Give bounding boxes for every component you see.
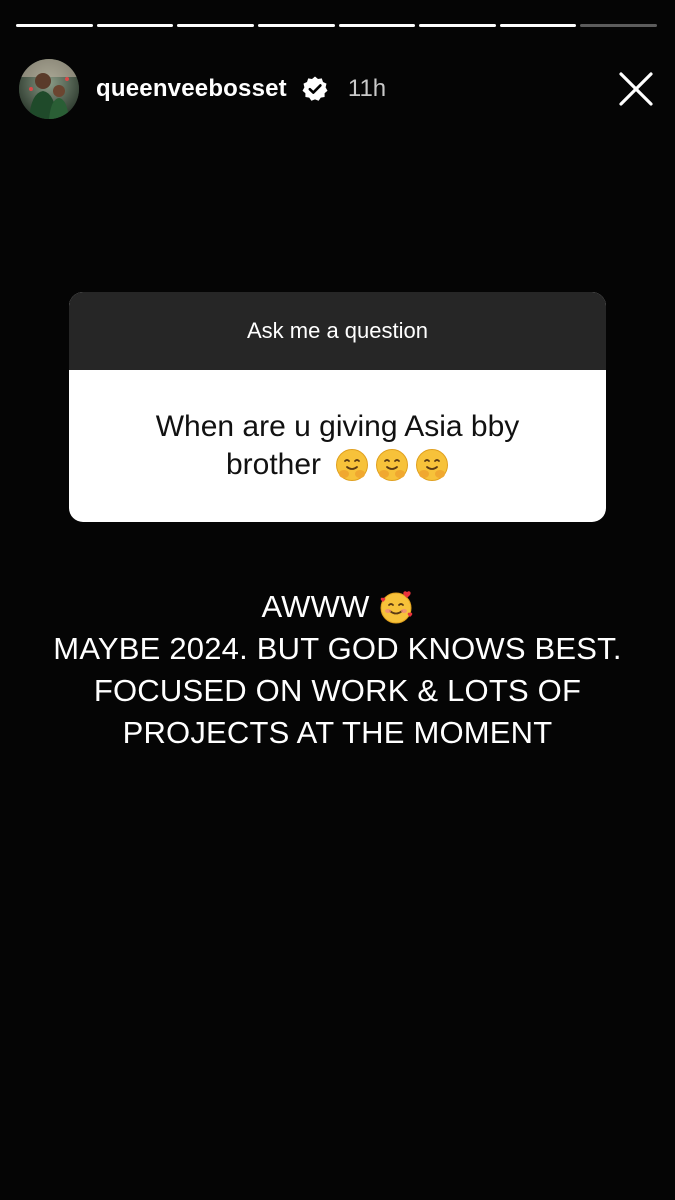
close-icon[interactable] xyxy=(617,70,655,108)
reply-line-1: AWWW xyxy=(261,589,370,624)
reply-line-2: MAYBE 2024. BUT GOD KNOWS BEST. xyxy=(53,631,622,666)
reply-line-1-row: AWWW xyxy=(0,586,675,628)
progress-segment xyxy=(499,24,577,27)
hugging-face-emoji-icon xyxy=(376,449,409,481)
reply-line-3: FOCUSED ON WORK & LOTS OF xyxy=(93,673,582,708)
progress-segment xyxy=(338,24,416,27)
reply-line-4: PROJECTS AT THE MOMENT xyxy=(122,715,553,750)
username[interactable]: queenveebosset xyxy=(96,75,287,103)
reply-line-1-group: AWWW xyxy=(261,586,413,628)
progress-segment xyxy=(177,24,254,27)
question-text-line-2-row: brother xyxy=(226,446,449,484)
progress-segment xyxy=(96,24,174,27)
story-timestamp: 11h xyxy=(347,75,387,102)
story-header: queenveebosset 11h xyxy=(19,59,655,119)
question-emojis xyxy=(335,448,449,482)
progress-segment-current xyxy=(580,24,657,27)
question-sticker[interactable]: Ask me a question When are u giving Asia… xyxy=(69,292,606,522)
question-sticker-answer: When are u giving Asia bby brother xyxy=(69,370,606,522)
hugging-face-emoji-icon xyxy=(336,449,369,481)
verified-badge-icon xyxy=(302,76,328,101)
question-text-line-1: When are u giving Asia bby xyxy=(155,410,520,443)
story-reply-text: AWWW MAYBE 2024. BUT GOD KNOWS BEST. FOC… xyxy=(0,586,675,754)
hugging-face-emoji-icon xyxy=(416,449,449,481)
smiling-face-with-hearts-emoji-icon xyxy=(380,591,412,624)
progress-segment xyxy=(257,24,335,27)
progress-segment xyxy=(419,24,496,27)
profile-photo-icon xyxy=(19,59,79,119)
progress-segment xyxy=(16,24,93,27)
avatar[interactable] xyxy=(19,59,79,119)
story-progress-bar xyxy=(16,24,657,27)
question-text-line-2: brother xyxy=(225,448,322,481)
question-sticker-prompt: Ask me a question xyxy=(69,292,606,370)
